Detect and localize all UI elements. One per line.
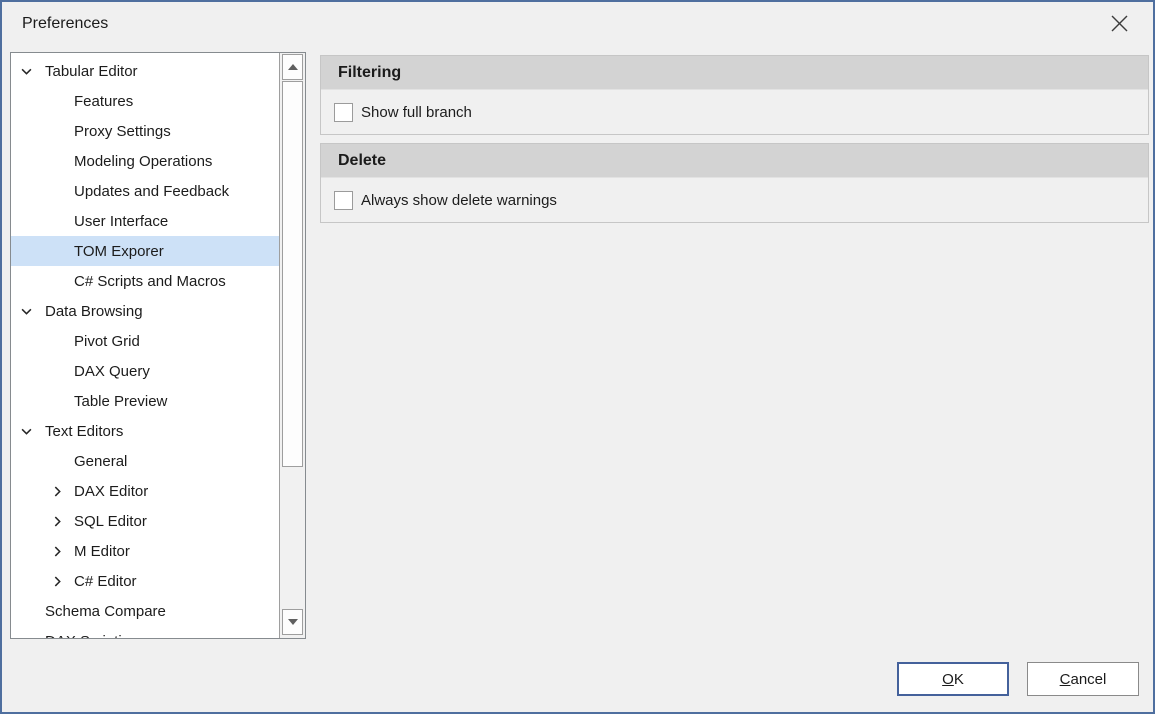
tree-item-text-editors[interactable]: Text Editors	[11, 416, 280, 446]
filtering-section: Filtering Show full branch	[320, 55, 1149, 135]
tree-item-general[interactable]: General	[11, 446, 280, 476]
cancel-button-label: ancel	[1070, 671, 1106, 688]
chevron-down-icon[interactable]	[21, 306, 45, 317]
delete-warnings-row: Always show delete warnings	[321, 177, 1148, 222]
scroll-up-button[interactable]	[282, 54, 303, 80]
scroll-up-arrow-icon	[288, 64, 298, 70]
ok-button-accesskey: O	[942, 671, 954, 688]
tree-item-csharp-editor[interactable]: C# Editor	[11, 566, 280, 596]
tree-item-schema-compare[interactable]: Schema Compare	[11, 596, 280, 626]
tree-item-updates-and-feedback[interactable]: Updates and Feedback	[11, 176, 280, 206]
tree-item-dax-editor[interactable]: DAX Editor	[11, 476, 280, 506]
cancel-button-accesskey: C	[1060, 671, 1071, 688]
delete-section-header: Delete	[321, 144, 1148, 177]
tree-item-proxy-settings[interactable]: Proxy Settings	[11, 116, 280, 146]
tree-item-features[interactable]: Features	[11, 86, 280, 116]
tree-scrollbar[interactable]	[279, 53, 305, 638]
chevron-down-icon[interactable]	[21, 426, 45, 437]
tree-item-label: DAX Scripting	[45, 633, 138, 640]
chevron-right-icon[interactable]	[52, 576, 74, 587]
tree-item-data-browsing[interactable]: Data Browsing	[11, 296, 280, 326]
tree-item-table-preview[interactable]: Table Preview	[11, 386, 280, 416]
tree-item-label: Pivot Grid	[74, 333, 140, 350]
tree-item-sql-editor[interactable]: SQL Editor	[11, 506, 280, 536]
tree-item-m-editor[interactable]: M Editor	[11, 536, 280, 566]
scrollbar-thumb[interactable]	[282, 81, 303, 467]
delete-warnings-checkbox[interactable]	[334, 191, 353, 210]
close-button[interactable]	[1105, 12, 1133, 40]
ok-button[interactable]: OK	[897, 662, 1009, 696]
tree-item-csharp-scripts-and-macros[interactable]: C# Scripts and Macros	[11, 266, 280, 296]
delete-warnings-label: Always show delete warnings	[361, 192, 557, 209]
tree-item-label: Table Preview	[74, 393, 167, 410]
chevron-right-icon[interactable]	[52, 516, 74, 527]
tree-item-dax-scripting[interactable]: DAX Scripting	[11, 626, 280, 639]
tree-item-label: Features	[74, 93, 133, 110]
tree-item-label: Text Editors	[45, 423, 123, 440]
tree-item-label: DAX Query	[74, 363, 150, 380]
cancel-button[interactable]: Cancel	[1027, 662, 1139, 696]
filtering-section-header: Filtering	[321, 56, 1148, 89]
chevron-right-icon[interactable]	[52, 546, 74, 557]
close-icon	[1111, 15, 1128, 37]
title-bar: Preferences	[2, 2, 1153, 50]
delete-section: Delete Always show delete warnings	[320, 143, 1149, 223]
tree-item-label: M Editor	[74, 543, 130, 560]
tree-item-label: Modeling Operations	[74, 153, 212, 170]
chevron-right-icon[interactable]	[52, 486, 74, 497]
tree-item-label: Schema Compare	[45, 603, 166, 620]
show-full-branch-checkbox[interactable]	[334, 103, 353, 122]
tree-item-label: TOM Exporer	[74, 243, 164, 260]
preferences-dialog: Preferences Tabular Editor Features	[0, 0, 1155, 714]
tree-item-pivot-grid[interactable]: Pivot Grid	[11, 326, 280, 356]
tree-item-tom-exporer[interactable]: TOM Exporer	[11, 236, 280, 266]
tree-item-label: Updates and Feedback	[74, 183, 229, 200]
tree-item-modeling-operations[interactable]: Modeling Operations	[11, 146, 280, 176]
tree-item-label: C# Scripts and Macros	[74, 273, 226, 290]
tree-item-label: Proxy Settings	[74, 123, 171, 140]
settings-tree-panel: Tabular Editor Features Proxy Settings M…	[10, 52, 306, 639]
settings-tree: Tabular Editor Features Proxy Settings M…	[11, 56, 280, 639]
show-full-branch-label: Show full branch	[361, 104, 472, 121]
show-full-branch-row: Show full branch	[321, 89, 1148, 134]
scroll-down-button[interactable]	[282, 609, 303, 635]
tree-item-label: Tabular Editor	[45, 63, 138, 80]
dialog-title: Preferences	[22, 15, 108, 33]
tree-item-tabular-editor[interactable]: Tabular Editor	[11, 56, 280, 86]
tree-item-user-interface[interactable]: User Interface	[11, 206, 280, 236]
tree-item-label: Data Browsing	[45, 303, 143, 320]
tree-item-label: DAX Editor	[74, 483, 148, 500]
tree-item-label: SQL Editor	[74, 513, 147, 530]
tree-item-label: User Interface	[74, 213, 168, 230]
tree-item-label: General	[74, 453, 127, 470]
chevron-down-icon[interactable]	[21, 66, 45, 77]
scroll-down-arrow-icon	[288, 619, 298, 625]
tree-item-label: C# Editor	[74, 573, 137, 590]
ok-button-label: K	[954, 671, 964, 688]
tree-item-dax-query[interactable]: DAX Query	[11, 356, 280, 386]
